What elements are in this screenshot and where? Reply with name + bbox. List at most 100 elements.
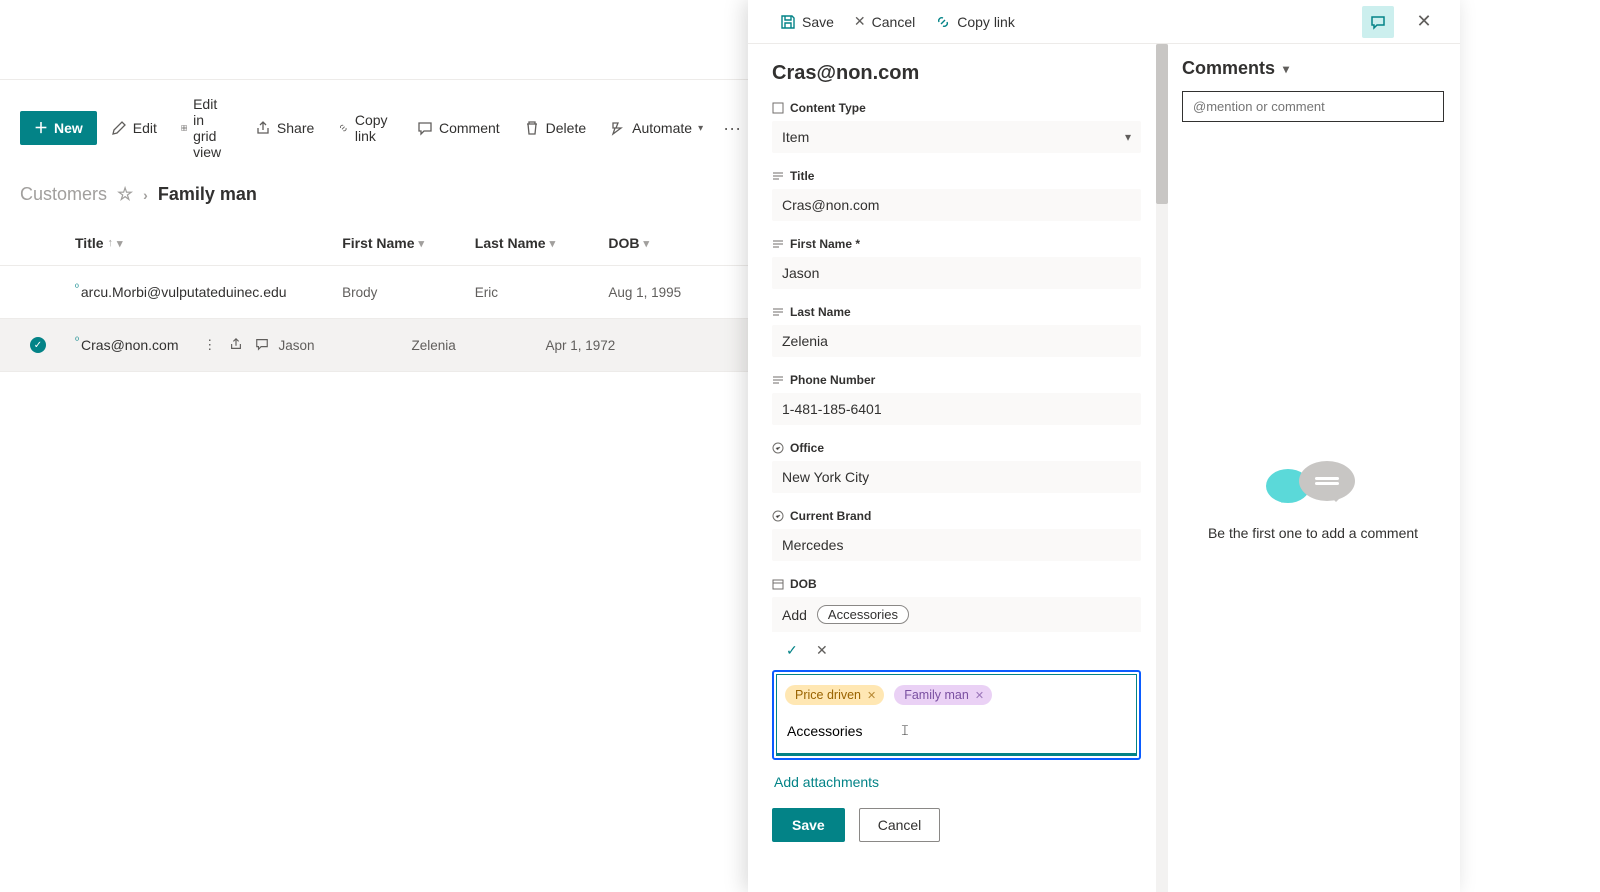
close-panel-button[interactable]: ✕ — [1408, 6, 1440, 38]
form-column: Cras@non.com Content Type Item ▾ Title C… — [748, 44, 1166, 892]
panel-save-label: Save — [802, 14, 834, 30]
chevron-down-icon: ▾ — [1283, 62, 1289, 76]
link-sup-icon: ⁰ — [75, 336, 79, 347]
share-icon — [255, 120, 271, 136]
panel-copy-link-button[interactable]: Copy link — [935, 13, 1015, 30]
scroll-thumb[interactable] — [1156, 44, 1168, 204]
tag-input[interactable] — [785, 719, 1128, 743]
link-sup-icon: ⁰ — [75, 283, 79, 294]
column-last-name[interactable]: Last Name▾ — [475, 235, 609, 251]
automate-label: Automate — [632, 120, 692, 136]
choice-icon — [772, 442, 784, 454]
panel-toolbar-right: ✕ — [1362, 6, 1440, 38]
comments-heading[interactable]: Comments ▾ — [1182, 58, 1444, 79]
field-dob: DOB Add Accessories ✓ ✕ Price driven✕ Fa… — [772, 577, 1141, 760]
delete-button[interactable]: Delete — [514, 114, 596, 142]
panel-cancel-label: Cancel — [872, 14, 916, 30]
field-first-name: First Name * Jason — [772, 237, 1141, 289]
text-icon — [772, 238, 784, 250]
column-dob[interactable]: DOB▾ — [608, 235, 728, 251]
trash-icon — [524, 120, 540, 136]
empty-text: Be the first one to add a comment — [1208, 525, 1418, 541]
comment-button[interactable]: Comment — [407, 114, 510, 142]
new-label: New — [54, 120, 83, 136]
first-name-input[interactable]: Jason — [772, 257, 1141, 289]
row-comment-icon[interactable] — [255, 337, 269, 353]
panel-toolbar-left: Save ✕ Cancel Copy link — [780, 13, 1015, 30]
remove-tag-icon[interactable]: ✕ — [867, 689, 876, 702]
breadcrumb-current: Family man — [158, 184, 257, 205]
save-button[interactable]: Save — [772, 808, 845, 842]
main-list-area: ＋ New Edit Edit in grid view Share Copy … — [0, 0, 748, 892]
remove-tag-icon[interactable]: ✕ — [975, 689, 984, 702]
star-icon[interactable]: ☆ — [117, 184, 133, 205]
top-spacer — [0, 0, 748, 80]
share-button[interactable]: Share — [245, 114, 324, 142]
row-lastname-cell: Zelenia — [412, 338, 546, 353]
row-title-cell[interactable]: ⁰arcu.Morbi@vulputateduinec.edu — [75, 284, 342, 300]
row-lastname-cell: Eric — [475, 285, 609, 300]
cancel-button[interactable]: Cancel — [859, 808, 941, 842]
automate-button[interactable]: Automate ▾ — [600, 114, 713, 142]
more-actions-button[interactable]: ··· — [717, 118, 747, 139]
sort-asc-icon: ↑ — [108, 237, 114, 249]
chat-bubbles-icon — [1263, 459, 1363, 509]
panel-save-button[interactable]: Save — [780, 13, 834, 30]
chevron-right-icon: › — [143, 187, 148, 203]
edit-label: Edit — [133, 120, 157, 136]
details-panel: Save ✕ Cancel Copy link ✕ Cras@non.com C… — [748, 0, 1460, 892]
field-phone: Phone Number 1-481-185-6401 — [772, 373, 1141, 425]
column-title[interactable]: Title↑▾ — [75, 235, 342, 251]
close-icon: ✕ — [854, 13, 866, 30]
comment-input[interactable] — [1182, 91, 1444, 122]
chevron-down-icon: ▾ — [1125, 130, 1131, 144]
comments-column: Comments ▾ Be the first one to add a com… — [1166, 44, 1460, 892]
content-type-icon — [772, 102, 784, 114]
chevron-down-icon: ▾ — [698, 123, 703, 134]
toggle-comments-button[interactable] — [1362, 6, 1394, 38]
panel-cancel-button[interactable]: ✕ Cancel — [854, 13, 915, 30]
date-icon — [772, 578, 784, 590]
edit-button[interactable]: Edit — [101, 114, 167, 142]
chevron-down-icon: ▾ — [117, 237, 123, 250]
breadcrumb: Customers ☆ › Family man — [0, 180, 748, 223]
tag-suggestion[interactable]: Add Accessories — [772, 597, 1141, 632]
pencil-icon — [111, 120, 127, 136]
title-input[interactable]: Cras@non.com — [772, 189, 1141, 221]
new-button[interactable]: ＋ New — [20, 111, 97, 145]
copy-link-button[interactable]: Copy link — [328, 106, 403, 150]
content-type-select[interactable]: Item ▾ — [772, 121, 1141, 153]
edit-in-grid-button[interactable]: Edit in grid view — [171, 90, 241, 166]
last-name-input[interactable]: Zelenia — [772, 325, 1141, 357]
office-input[interactable]: New York City — [772, 461, 1141, 493]
form-buttons: Save Cancel — [772, 808, 1141, 842]
table-row[interactable]: ✓ ⁰Cras@non.com ⋮ Jason Zelenia Apr 1, 1… — [0, 319, 748, 372]
chevron-down-icon: ▾ — [550, 237, 556, 250]
column-first-name[interactable]: First Name▾ — [342, 235, 475, 251]
save-icon — [780, 14, 796, 30]
text-icon — [772, 374, 784, 386]
row-more-icon[interactable]: ⋮ — [203, 337, 217, 353]
row-select[interactable]: ✓ — [30, 337, 75, 353]
edit-grid-label: Edit in grid view — [193, 96, 231, 160]
row-share-icon[interactable] — [229, 337, 243, 353]
tag-chip[interactable]: Family man✕ — [894, 685, 992, 705]
phone-input[interactable]: 1-481-185-6401 — [772, 393, 1141, 425]
choice-icon — [772, 510, 784, 522]
check-icon: ✓ — [30, 337, 46, 353]
row-firstname-cell: Brody — [342, 285, 475, 300]
table-row[interactable]: ⁰arcu.Morbi@vulputateduinec.edu Brody Er… — [0, 266, 748, 319]
copy-link-label: Copy link — [355, 112, 393, 144]
panel-toolbar: Save ✕ Cancel Copy link ✕ — [748, 0, 1460, 44]
confirm-tag-button[interactable]: ✓ — [786, 642, 802, 658]
tag-chip[interactable]: Price driven✕ — [785, 685, 884, 705]
cancel-tag-button[interactable]: ✕ — [816, 642, 832, 658]
scrollbar[interactable] — [1156, 44, 1168, 892]
brand-input[interactable]: Mercedes — [772, 529, 1141, 561]
field-office: Office New York City — [772, 441, 1141, 493]
suggestion-pill[interactable]: Accessories — [817, 605, 909, 624]
breadcrumb-root[interactable]: Customers — [20, 184, 107, 205]
field-title: Title Cras@non.com — [772, 169, 1141, 221]
add-attachments-link[interactable]: Add attachments — [772, 764, 1141, 808]
tags-row: Price driven✕ Family man✕ — [777, 675, 1136, 715]
